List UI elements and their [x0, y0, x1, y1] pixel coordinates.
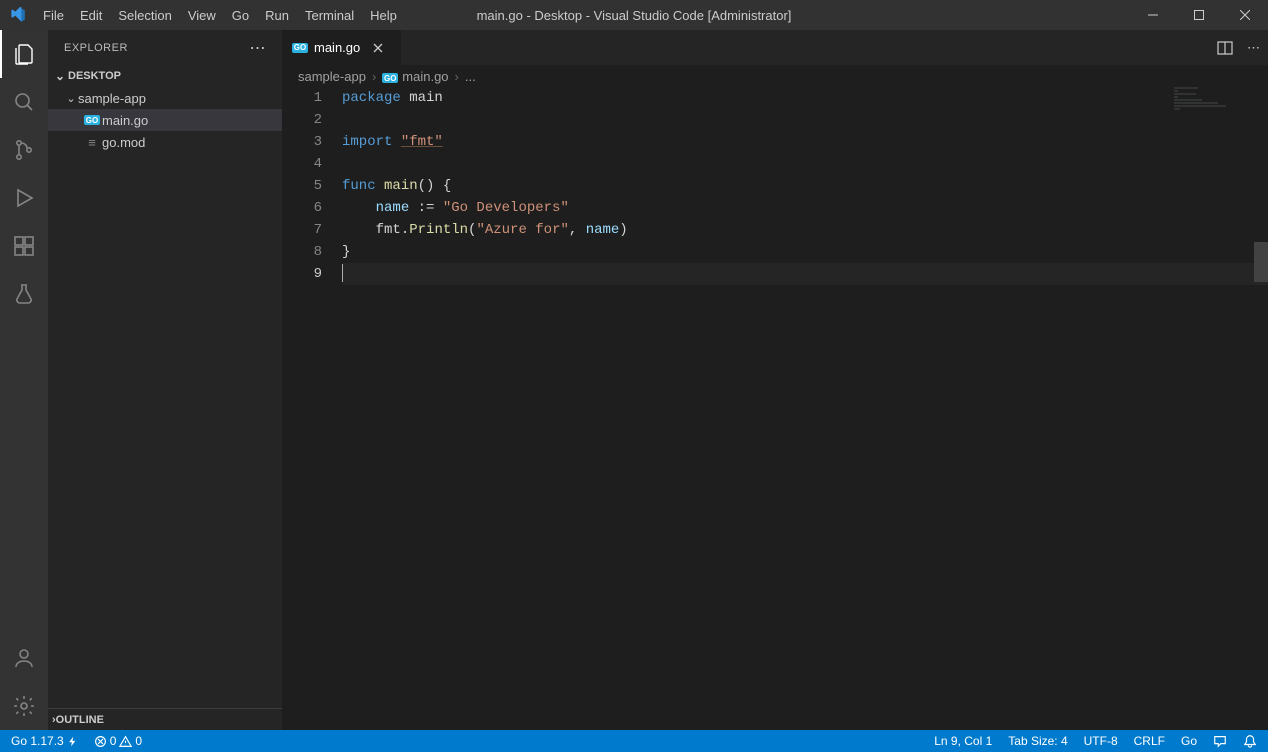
- folder-label: sample-app: [78, 91, 146, 106]
- chevron-down-icon: ⌄: [64, 92, 78, 105]
- menu-terminal[interactable]: Terminal: [297, 0, 362, 30]
- text-cursor: [342, 264, 343, 282]
- tab-close-icon[interactable]: [372, 42, 384, 54]
- folder-sample-app[interactable]: ⌄ sample-app: [48, 87, 282, 109]
- activity-run-debug[interactable]: [0, 174, 48, 222]
- file-main-go[interactable]: GO main.go: [48, 109, 282, 131]
- go-file-icon: GO: [82, 115, 102, 125]
- breadcrumb-tail[interactable]: ...: [465, 69, 476, 84]
- menu-view[interactable]: View: [180, 0, 224, 30]
- menu-run[interactable]: Run: [257, 0, 297, 30]
- close-button[interactable]: [1222, 0, 1268, 30]
- menu-file[interactable]: File: [35, 0, 72, 30]
- more-actions-icon[interactable]: ⋯: [1247, 40, 1260, 56]
- vscode-logo-icon: [0, 7, 35, 23]
- lightning-icon: [67, 736, 78, 747]
- status-encoding[interactable]: UTF-8: [1081, 730, 1121, 752]
- status-cursor-position[interactable]: Ln 9, Col 1: [931, 730, 995, 752]
- status-language[interactable]: Go: [1178, 730, 1200, 752]
- outline-label: OUTLINE: [56, 714, 104, 726]
- chevron-down-icon: ⌄: [52, 69, 68, 83]
- activity-extensions[interactable]: [0, 222, 48, 270]
- error-icon: [94, 735, 107, 748]
- tab-label: main.go: [314, 40, 360, 55]
- activity-source-control[interactable]: [0, 126, 48, 174]
- line-number-gutter: 1 2 3 4 5 6 7 8 9: [282, 87, 342, 730]
- status-eol[interactable]: CRLF: [1131, 730, 1168, 752]
- maximize-button[interactable]: [1176, 0, 1222, 30]
- editor-actions: ⋯: [1217, 30, 1268, 65]
- tab-bar: GO main.go ⋯: [282, 30, 1268, 65]
- minimap[interactable]: [1174, 87, 1254, 127]
- activity-explorer[interactable]: [0, 30, 48, 78]
- window-title: main.go - Desktop - Visual Studio Code […: [477, 8, 792, 23]
- code-editor[interactable]: 1 2 3 4 5 6 7 8 9 package main import "f…: [282, 87, 1268, 730]
- activity-search[interactable]: [0, 78, 48, 126]
- title-bar: File Edit Selection View Go Run Terminal…: [0, 0, 1268, 30]
- breadcrumb-sep: ›: [455, 69, 459, 84]
- tab-main-go[interactable]: GO main.go: [282, 30, 402, 65]
- file-icon: ≡: [82, 135, 102, 150]
- folder-root-header[interactable]: ⌄ DESKTOP: [48, 65, 282, 87]
- folder-root-label: DESKTOP: [68, 70, 121, 82]
- file-label: go.mod: [102, 135, 145, 150]
- outline-header[interactable]: › OUTLINE: [48, 708, 282, 730]
- status-feedback-icon[interactable]: [1210, 730, 1230, 752]
- activity-settings[interactable]: [0, 682, 48, 730]
- go-file-icon: GO: [292, 43, 308, 53]
- explorer-header: EXPLORER ⋯: [48, 30, 282, 65]
- status-notifications-icon[interactable]: [1240, 730, 1260, 752]
- scrollbar-thumb[interactable]: [1254, 242, 1268, 282]
- go-file-icon: GO: [382, 69, 398, 84]
- minimize-button[interactable]: [1130, 0, 1176, 30]
- activity-bar: [0, 30, 48, 730]
- menu-help[interactable]: Help: [362, 0, 405, 30]
- breadcrumb-file[interactable]: main.go: [402, 69, 448, 84]
- status-go-version[interactable]: Go 1.17.3: [8, 730, 81, 752]
- menu-selection[interactable]: Selection: [110, 0, 179, 30]
- breadcrumb-folder[interactable]: sample-app: [298, 69, 366, 84]
- scrollbar-track[interactable]: [1254, 87, 1268, 730]
- breadcrumbs[interactable]: sample-app › GO main.go › ...: [282, 65, 1268, 87]
- menu-go[interactable]: Go: [224, 0, 257, 30]
- explorer-sidebar: EXPLORER ⋯ ⌄ DESKTOP ⌄ sample-app GO mai…: [48, 30, 282, 730]
- menu-bar: File Edit Selection View Go Run Terminal…: [35, 0, 405, 30]
- status-tab-size[interactable]: Tab Size: 4: [1005, 730, 1070, 752]
- activity-testing[interactable]: [0, 270, 48, 318]
- editor-area: GO main.go ⋯ sample-app › GO main.go › .…: [282, 30, 1268, 730]
- breadcrumb-sep: ›: [372, 69, 376, 84]
- activity-accounts[interactable]: [0, 634, 48, 682]
- explorer-more-icon[interactable]: ⋯: [250, 38, 267, 58]
- status-problems[interactable]: 0 0: [91, 730, 145, 752]
- explorer-title: EXPLORER: [64, 42, 128, 54]
- split-editor-icon[interactable]: [1217, 40, 1233, 56]
- menu-edit[interactable]: Edit: [72, 0, 110, 30]
- window-controls: [1130, 0, 1268, 30]
- file-go-mod[interactable]: ≡ go.mod: [48, 131, 282, 153]
- file-label: main.go: [102, 113, 148, 128]
- code-content[interactable]: package main import "fmt" func main() { …: [342, 87, 1268, 730]
- warning-icon: [119, 735, 132, 748]
- status-bar: Go 1.17.3 0 0 Ln 9, Col 1 Tab Size: 4 UT…: [0, 730, 1268, 752]
